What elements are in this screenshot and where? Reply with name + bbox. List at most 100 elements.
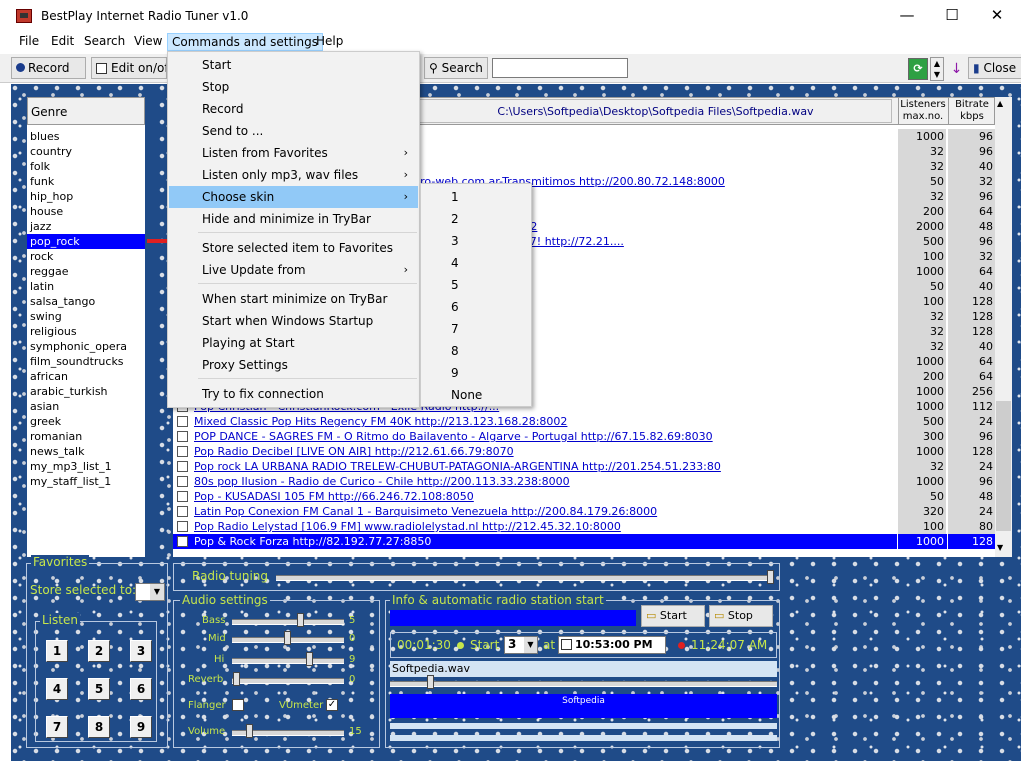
menu-view[interactable]: View: [130, 33, 166, 51]
scroll-thumb[interactable]: [996, 401, 1011, 531]
time-checkbox[interactable]: [561, 639, 572, 650]
station-link[interactable]: 80s pop Ilusion - Radio de Curico - Chil…: [194, 474, 896, 489]
station-checkbox[interactable]: [177, 416, 188, 427]
menu-item-start[interactable]: Start: [169, 54, 418, 76]
skin-option[interactable]: 8: [422, 340, 530, 362]
station-checkbox[interactable]: [177, 521, 188, 532]
skin-option[interactable]: 2: [422, 208, 530, 230]
menu-item-record[interactable]: Record: [169, 98, 418, 120]
genre-item[interactable]: pop_rock: [27, 234, 145, 249]
search-input[interactable]: [492, 58, 628, 78]
station-link[interactable]: Mixed Classic Pop Hits Regency FM 40K ht…: [194, 414, 896, 429]
menu-item-playing-at-start[interactable]: Playing at Start: [169, 332, 418, 354]
favorite-button-2[interactable]: 2: [88, 640, 110, 662]
playback-slider[interactable]: [390, 681, 777, 687]
menu-help[interactable]: Help: [312, 33, 347, 51]
genre-item[interactable]: my_staff_list_1: [30, 474, 111, 489]
menu-item-stop[interactable]: Stop: [169, 76, 418, 98]
scroll-down-icon[interactable]: ▼: [997, 543, 1003, 552]
menu-item-send-to[interactable]: Send to ...: [169, 120, 418, 142]
flanger-checkbox[interactable]: [232, 699, 244, 711]
favorite-button-3[interactable]: 3: [130, 640, 152, 662]
favorite-button-5[interactable]: 5: [88, 678, 110, 700]
menu-item-proxy-settings[interactable]: Proxy Settings: [169, 354, 418, 376]
genre-item[interactable]: asian: [30, 399, 59, 414]
station-row[interactable]: 80s pop Ilusion - Radio de Curico - Chil…: [173, 474, 995, 489]
favorite-button-9[interactable]: 9: [130, 716, 152, 738]
skin-option[interactable]: None: [422, 384, 530, 406]
menu-item-live-update-from[interactable]: Live Update from ›: [169, 259, 418, 281]
menu-edit[interactable]: Edit: [47, 33, 78, 51]
station-checkbox[interactable]: [177, 491, 188, 502]
genre-item[interactable]: folk: [30, 159, 50, 174]
favorite-button-8[interactable]: 8: [88, 716, 110, 738]
edit-checkbox[interactable]: [96, 63, 107, 74]
grid-scrollbar[interactable]: ▲ ▼: [995, 97, 1012, 557]
genre-item[interactable]: salsa_tango: [30, 294, 95, 309]
col-listeners[interactable]: Listeners max.no.: [898, 98, 947, 125]
reverb-knob[interactable]: [233, 672, 240, 686]
station-link[interactable]: Pop Radio Decibel [LIVE ON AIR] http://2…: [194, 444, 896, 459]
station-checkbox[interactable]: [177, 461, 188, 472]
menu-item-store-selected-item-to-favorites[interactable]: Store selected item to Favorites: [169, 237, 418, 259]
station-link[interactable]: Latin Pop Conexion FM Canal 1 - Barquisi…: [194, 504, 896, 519]
updown-spinner[interactable]: ▲ ▼: [930, 57, 944, 81]
skin-option[interactable]: 1: [422, 186, 530, 208]
station-row[interactable]: Pop Radio Lelystad [106.9 FM] www.radiol…: [173, 519, 995, 534]
station-link[interactable]: Pop rock LA URBANA RADIO TRELEW-CHUBUT-P…: [194, 459, 896, 474]
menu-item-listen-from-favorites[interactable]: Listen from Favorites ›: [169, 142, 418, 164]
station-checkbox[interactable]: [177, 476, 188, 487]
skin-option[interactable]: 6: [422, 296, 530, 318]
auto-stop-button[interactable]: ▭ Stop: [709, 605, 773, 627]
auto-start-button[interactable]: ▭ Start: [641, 605, 705, 627]
genre-item[interactable]: african: [30, 369, 68, 384]
maximize-button[interactable]: ☐: [929, 0, 975, 32]
station-row[interactable]: Pop & Rock Forza http://82.192.77.27:885…: [173, 534, 995, 549]
edit-onoff-toggle[interactable]: Edit on/off: [91, 57, 167, 79]
download-arrow-icon[interactable]: ↓: [948, 58, 965, 80]
genre-item[interactable]: jazz: [30, 219, 51, 234]
menu-file[interactable]: File: [15, 33, 43, 51]
genre-item[interactable]: house: [30, 204, 63, 219]
tuning-slider[interactable]: [276, 575, 774, 581]
hi-slider[interactable]: [232, 658, 344, 664]
genre-header[interactable]: Genre: [27, 97, 145, 125]
station-checkbox[interactable]: [177, 506, 188, 517]
start-count-select[interactable]: 3 ▼: [504, 636, 538, 654]
station-checkbox[interactable]: [177, 431, 188, 442]
genre-item[interactable]: latin: [30, 279, 54, 294]
station-checkbox[interactable]: [177, 536, 188, 547]
skin-option[interactable]: 9: [422, 362, 530, 384]
genre-item[interactable]: blues: [30, 129, 60, 144]
station-row[interactable]: Mixed Classic Pop Hits Regency FM 40K ht…: [173, 414, 995, 429]
skin-option[interactable]: 3: [422, 230, 530, 252]
store-selected-select[interactable]: ▼: [135, 583, 165, 601]
genre-item[interactable]: country: [30, 144, 72, 159]
station-link[interactable]: Pop - KUSADASI 105 FM http://66.246.72.1…: [194, 489, 896, 504]
tuning-knob[interactable]: [767, 570, 774, 584]
close-button[interactable]: ✕: [974, 0, 1020, 32]
menu-search[interactable]: Search: [80, 33, 129, 51]
menu-item-try-to-fix-connection[interactable]: Try to fix connection: [169, 383, 418, 405]
menu-item-listen-only-mp3-wav-files[interactable]: Listen only mp3, wav files ›: [169, 164, 418, 186]
favorite-button-4[interactable]: 4: [46, 678, 68, 700]
refresh-icon[interactable]: ⟳: [908, 58, 928, 80]
station-link[interactable]: POP DANCE - SAGRES FM - O Ritmo do Baila…: [194, 429, 896, 444]
skin-option[interactable]: 7: [422, 318, 530, 340]
genre-item[interactable]: arabic_turkish: [30, 384, 108, 399]
station-row[interactable]: Pop rock LA URBANA RADIO TRELEW-CHUBUT-P…: [173, 459, 995, 474]
skin-option[interactable]: 4: [422, 252, 530, 274]
minimize-button[interactable]: —: [884, 0, 930, 32]
menu-item-hide-and-minimize-in-trybar[interactable]: Hide and minimize in TryBar: [169, 208, 418, 230]
start-time-input[interactable]: 10:53:00 PM: [558, 636, 666, 654]
close-app-button[interactable]: ▮ Close: [968, 57, 1021, 79]
station-row[interactable]: Pop - KUSADASI 105 FM http://66.246.72.1…: [173, 489, 995, 504]
bass-slider[interactable]: [232, 619, 344, 625]
favorite-button-7[interactable]: 7: [46, 716, 68, 738]
genre-item[interactable]: my_mp3_list_1: [30, 459, 112, 474]
menu-item-start-when-windows-startup[interactable]: Start when Windows Startup: [169, 310, 418, 332]
skin-option[interactable]: 5: [422, 274, 530, 296]
menu-item-choose-skin[interactable]: Choose skin ›: [169, 186, 418, 208]
vumeter-checkbox[interactable]: ✓: [326, 699, 338, 711]
genre-item[interactable]: funk: [30, 174, 54, 189]
